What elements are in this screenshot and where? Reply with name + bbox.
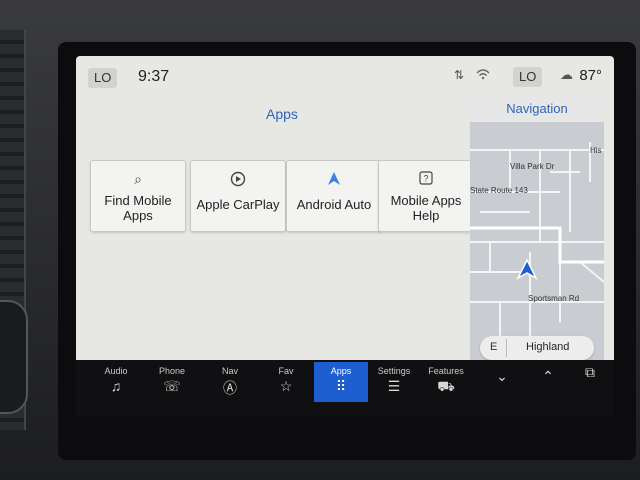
phone-icon: ☏ bbox=[163, 378, 181, 394]
left-climate-fan[interactable]: LO bbox=[88, 68, 118, 88]
android-auto-button[interactable]: Android Auto bbox=[286, 160, 382, 232]
dock-label: Phone bbox=[158, 366, 186, 376]
heading-direction: E bbox=[490, 341, 498, 353]
bottom-dock: Audio ♫ Phone ☏ Nav Ⓐ Fav ☆ Apps ⠿ Setti… bbox=[76, 360, 614, 416]
wifi-icon bbox=[476, 68, 490, 83]
map-label-villa-park: Villa Park Dr bbox=[510, 162, 555, 171]
dock-phone[interactable]: Phone ☏ bbox=[146, 362, 198, 402]
tile-label: Android Auto bbox=[296, 197, 372, 212]
outside-temperature: 87° bbox=[579, 67, 602, 84]
find-mobile-apps-button[interactable]: ⌕ Find Mobile Apps bbox=[90, 160, 186, 232]
dock-label: Fav bbox=[278, 366, 294, 376]
navigation-panel[interactable]: Navigation His Villa Park Dr State Route… bbox=[470, 96, 604, 366]
page-title: Apps bbox=[266, 106, 298, 122]
map-roads bbox=[470, 142, 604, 362]
dock-label: Nav bbox=[221, 366, 238, 376]
tile-label: Mobile Apps Help bbox=[390, 193, 462, 223]
dock-nav[interactable]: Nav Ⓐ bbox=[204, 362, 256, 402]
search-apps-icon: ⌕ bbox=[134, 171, 142, 187]
dock-features[interactable]: Features ⛟ bbox=[420, 362, 472, 402]
clock: 9:37 bbox=[138, 68, 170, 85]
volume-knob[interactable] bbox=[0, 300, 28, 414]
dock-label: Apps bbox=[330, 366, 352, 376]
nav-icon: Ⓐ bbox=[223, 380, 237, 396]
right-climate-fan[interactable]: LO bbox=[513, 67, 543, 87]
music-note-icon: ♫ bbox=[110, 378, 122, 394]
dock-label: Settings bbox=[377, 366, 411, 376]
display-area: LO 9:37 ⇅ LO ☁ 87° Apps ⌕ Find Mobile Ap… bbox=[76, 56, 614, 378]
status-bar: LO 9:37 ⇅ LO ☁ 87° bbox=[76, 56, 614, 96]
carplay-icon bbox=[191, 171, 285, 189]
dock-switch[interactable]: ⧉ bbox=[564, 362, 616, 402]
dock-apps[interactable]: Apps ⠿ bbox=[314, 362, 368, 402]
dock-fav[interactable]: Fav ☆ bbox=[260, 362, 312, 402]
mobile-apps-help-button[interactable]: ? Mobile Apps Help bbox=[378, 160, 474, 232]
map-label-state-route: State Route 143 bbox=[470, 186, 528, 195]
signal-icon: ⇅ bbox=[454, 68, 465, 82]
tile-label: Find Mobile Apps bbox=[104, 193, 172, 223]
settings-icon: ☰ bbox=[387, 378, 401, 394]
truck-icon: ⛟ bbox=[437, 378, 455, 394]
android-auto-icon bbox=[287, 171, 381, 189]
navigation-title: Navigation bbox=[470, 96, 604, 122]
star-icon: ☆ bbox=[279, 378, 293, 394]
tile-label: Apple CarPlay bbox=[196, 197, 280, 212]
current-road-bar[interactable]: E Highland bbox=[480, 336, 594, 360]
dock-label: Audio bbox=[104, 366, 128, 376]
current-road-name: Highland bbox=[526, 341, 570, 353]
map-view[interactable]: His Villa Park Dr State Route 143 Sports… bbox=[470, 122, 604, 366]
map-label-his: His bbox=[590, 146, 602, 155]
dock-collapse[interactable]: ⌄ bbox=[476, 362, 528, 402]
chevron-down-icon: ⌄ bbox=[496, 368, 508, 384]
dock-label: Features bbox=[428, 366, 464, 376]
help-icon: ? bbox=[379, 171, 473, 189]
dock-audio[interactable]: Audio ♫ bbox=[90, 362, 142, 402]
apps-grid-icon: ⠿ bbox=[335, 378, 347, 394]
map-label-sportsman: Sportsman Rd bbox=[528, 294, 580, 303]
apple-carplay-button[interactable]: Apple CarPlay bbox=[190, 160, 286, 232]
dock-settings[interactable]: Settings ☰ bbox=[368, 362, 420, 402]
climate-icon: ☁ bbox=[560, 67, 573, 82]
svg-text:?: ? bbox=[423, 174, 428, 184]
divider bbox=[506, 339, 507, 357]
copy-icon: ⧉ bbox=[585, 364, 595, 380]
